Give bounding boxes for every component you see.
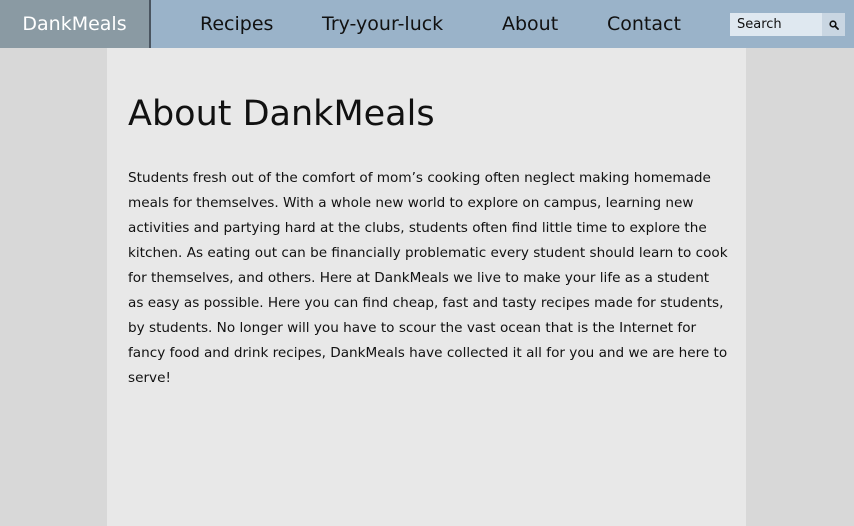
search-icon xyxy=(828,19,839,30)
nav-link-about[interactable]: About xyxy=(502,0,558,48)
navbar: DankMeals Recipes Try-your-luck About Co… xyxy=(0,0,854,48)
nav-link-recipes[interactable]: Recipes xyxy=(200,0,273,48)
about-paragraph: Students fresh out of the comfort of mom… xyxy=(128,170,728,386)
page-title: About DankMeals xyxy=(128,94,435,134)
search-button[interactable] xyxy=(822,13,845,36)
brand-logo-link[interactable]: DankMeals xyxy=(0,0,151,48)
nav-link-contact[interactable]: Contact xyxy=(607,0,681,48)
search-box xyxy=(730,13,845,36)
main-content: About DankMeals Students fresh out of th… xyxy=(107,48,746,526)
nav-link-try-your-luck[interactable]: Try-your-luck xyxy=(322,0,443,48)
search-input[interactable] xyxy=(730,13,822,36)
